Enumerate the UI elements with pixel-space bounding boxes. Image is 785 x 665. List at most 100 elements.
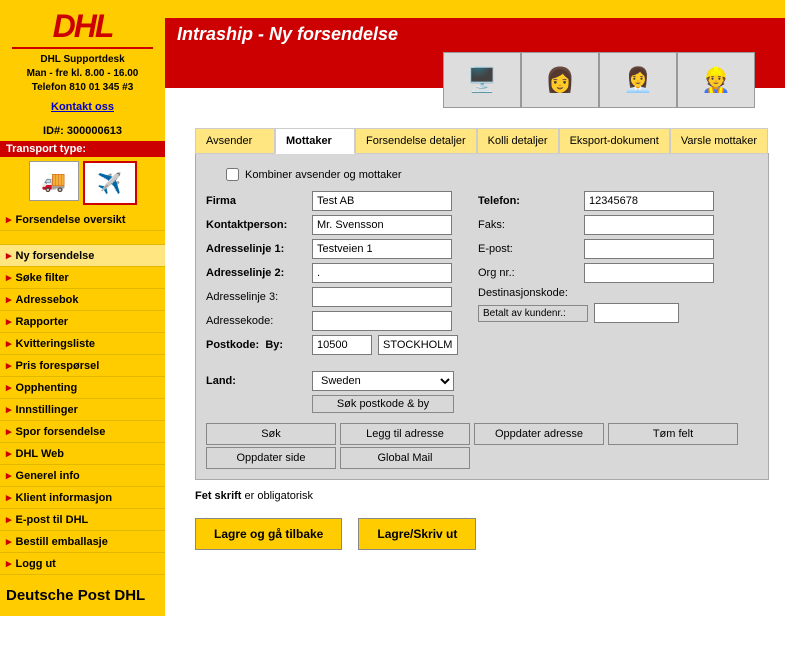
input-epost[interactable] bbox=[584, 239, 714, 259]
label-firma: Firma bbox=[206, 195, 306, 207]
nav-logg-ut[interactable]: ▸Logg ut bbox=[0, 553, 165, 575]
btn-legg-til[interactable]: Legg til adresse bbox=[340, 423, 470, 445]
label-orgnr: Org nr.: bbox=[478, 267, 578, 279]
tabs: Avsender Mottaker Forsendelse detaljer K… bbox=[195, 128, 769, 154]
nav-forsendelse-oversikt[interactable]: ▸Forsendelse oversikt bbox=[0, 209, 165, 231]
form-panel: Kombiner avsender og mottaker Firma Kont… bbox=[195, 153, 769, 480]
arrow-icon: ▸ bbox=[6, 271, 12, 284]
tab-varsle-mottaker[interactable]: Varsle mottaker bbox=[670, 128, 768, 154]
sidebar: DHL DHL Supportdesk Man - fre kl. 8.00 -… bbox=[0, 0, 165, 616]
transport-type-selector: 🚚 ✈️ bbox=[0, 157, 165, 209]
input-betalt[interactable] bbox=[594, 303, 679, 323]
input-by[interactable] bbox=[378, 335, 458, 355]
nav-dhl-web[interactable]: ▸DHL Web bbox=[0, 443, 165, 465]
truck-icon[interactable]: 🚚 bbox=[29, 161, 79, 201]
worker-icon: 👷 bbox=[677, 52, 755, 108]
btn-global-mail[interactable]: Global Mail bbox=[340, 447, 470, 469]
input-postkode[interactable] bbox=[312, 335, 372, 355]
nav-spor-forsendelse[interactable]: ▸Spor forsendelse bbox=[0, 421, 165, 443]
person-icon: 👩 bbox=[521, 52, 599, 108]
nav-kvitteringsliste[interactable]: ▸Kvitteringsliste bbox=[0, 333, 165, 355]
nav-rapporter[interactable]: ▸Rapporter bbox=[0, 311, 165, 333]
nav-ny-forsendelse[interactable]: ▸Ny forsendelse bbox=[0, 245, 165, 267]
combine-label: Kombiner avsender og mottaker bbox=[245, 169, 402, 181]
person-icon: 👩‍💼 bbox=[599, 52, 677, 108]
arrow-icon: ▸ bbox=[6, 469, 12, 482]
page-title: Intraship - Ny forsendelse bbox=[177, 24, 773, 45]
btn-lagre-tilbake[interactable]: Lagre og gå tilbake bbox=[195, 518, 342, 550]
tab-forsendelse-detaljer[interactable]: Forsendelse detaljer bbox=[355, 128, 477, 154]
screen-icon: 🖥️ bbox=[443, 52, 521, 108]
nav-epost-til-dhl[interactable]: ▸E-post til DHL bbox=[0, 509, 165, 531]
tab-mottaker[interactable]: Mottaker bbox=[275, 128, 355, 154]
arrow-icon: ▸ bbox=[6, 491, 12, 504]
input-faks[interactable] bbox=[584, 215, 714, 235]
arrow-icon: ▸ bbox=[6, 249, 12, 262]
label-faks: Faks: bbox=[478, 219, 578, 231]
input-telefon[interactable] bbox=[584, 191, 714, 211]
input-addr3[interactable] bbox=[312, 287, 452, 307]
btn-sok[interactable]: Søk bbox=[206, 423, 336, 445]
required-note: Fet skrift er obligatorisk bbox=[195, 490, 769, 502]
nav-soke-filter[interactable]: ▸Søke filter bbox=[0, 267, 165, 289]
arrow-icon: ▸ bbox=[6, 359, 12, 372]
nav-adressebok[interactable]: ▸Adressebok bbox=[0, 289, 165, 311]
label-destkode: Destinasjonskode: bbox=[478, 287, 578, 299]
nav-opphenting[interactable]: ▸Opphenting bbox=[0, 377, 165, 399]
contact-link[interactable]: Kontakt oss bbox=[4, 101, 161, 113]
label-addr1: Adresselinje 1: bbox=[206, 243, 306, 255]
arrow-icon: ▸ bbox=[6, 315, 12, 328]
arrow-icon: ▸ bbox=[6, 425, 12, 438]
input-firma[interactable] bbox=[312, 191, 452, 211]
label-kontaktperson: Kontaktperson: bbox=[206, 219, 306, 231]
label-by: By: bbox=[265, 339, 283, 351]
select-land[interactable]: Sweden bbox=[312, 371, 454, 391]
dhl-logo: DHL bbox=[4, 8, 161, 45]
transport-type-header: Transport type: bbox=[0, 141, 165, 157]
input-kontaktperson[interactable] bbox=[312, 215, 452, 235]
arrow-icon: ▸ bbox=[6, 557, 12, 570]
arrow-icon: ▸ bbox=[6, 381, 12, 394]
nav-klient-informasjon[interactable]: ▸Klient informasjon bbox=[0, 487, 165, 509]
footer-logo: Deutsche Post DHL bbox=[0, 575, 165, 616]
header-images: 🖥️ 👩 👩‍💼 👷 bbox=[443, 52, 755, 108]
input-addr2[interactable] bbox=[312, 263, 452, 283]
logo-area: DHL DHL Supportdesk Man - fre kl. 8.00 -… bbox=[0, 0, 165, 121]
arrow-icon: ▸ bbox=[6, 513, 12, 526]
support-line1: DHL Supportdesk bbox=[4, 53, 161, 67]
input-addr1[interactable] bbox=[312, 239, 452, 259]
arrow-icon: ▸ bbox=[6, 403, 12, 416]
tab-avsender[interactable]: Avsender bbox=[195, 128, 275, 154]
input-addrkode[interactable] bbox=[312, 311, 452, 331]
arrow-icon: ▸ bbox=[6, 447, 12, 460]
label-land: Land: bbox=[206, 375, 306, 387]
label-betalt: Betalt av kundenr.: bbox=[478, 305, 588, 322]
input-orgnr[interactable] bbox=[584, 263, 714, 283]
btn-lagre-skriv[interactable]: Lagre/Skriv ut bbox=[358, 518, 476, 550]
label-telefon: Telefon: bbox=[478, 195, 578, 207]
btn-oppdater-side[interactable]: Oppdater side bbox=[206, 447, 336, 469]
tab-kolli-detaljer[interactable]: Kolli detaljer bbox=[477, 128, 559, 154]
label-epost: E-post: bbox=[478, 243, 578, 255]
label-addrkode: Adressekode: bbox=[206, 315, 306, 327]
arrow-icon: ▸ bbox=[6, 293, 12, 306]
arrow-icon: ▸ bbox=[6, 337, 12, 350]
btn-tom-felt[interactable]: Tøm felt bbox=[608, 423, 738, 445]
main-content: Intraship - Ny forsendelse 🖥️ 👩 👩‍💼 👷 Av… bbox=[165, 0, 785, 616]
combine-checkbox[interactable] bbox=[226, 168, 239, 181]
tab-eksport-dokument[interactable]: Eksport-dokument bbox=[559, 128, 670, 154]
page-header: Intraship - Ny forsendelse 🖥️ 👩 👩‍💼 👷 bbox=[165, 18, 785, 88]
label-postkode: Postkode: bbox=[206, 339, 259, 351]
arrow-icon: ▸ bbox=[6, 213, 12, 226]
btn-sok-postkode[interactable]: Søk postkode & by bbox=[312, 395, 454, 413]
nav-generel-info[interactable]: ▸Generel info bbox=[0, 465, 165, 487]
btn-oppdater-adresse[interactable]: Oppdater adresse bbox=[474, 423, 604, 445]
plane-icon[interactable]: ✈️ bbox=[83, 161, 137, 205]
support-line2: Man - fre kl. 8.00 - 16.00 bbox=[4, 67, 161, 81]
nav-pris-foresporsel[interactable]: ▸Pris forespørsel bbox=[0, 355, 165, 377]
id-label: ID#: 300000613 bbox=[0, 121, 165, 141]
nav-bestill-emballasje[interactable]: ▸Bestill emballasje bbox=[0, 531, 165, 553]
support-line3: Telefon 810 01 345 #3 bbox=[4, 81, 161, 95]
nav-innstillinger[interactable]: ▸Innstillinger bbox=[0, 399, 165, 421]
label-addr3: Adresselinje 3: bbox=[206, 291, 306, 303]
